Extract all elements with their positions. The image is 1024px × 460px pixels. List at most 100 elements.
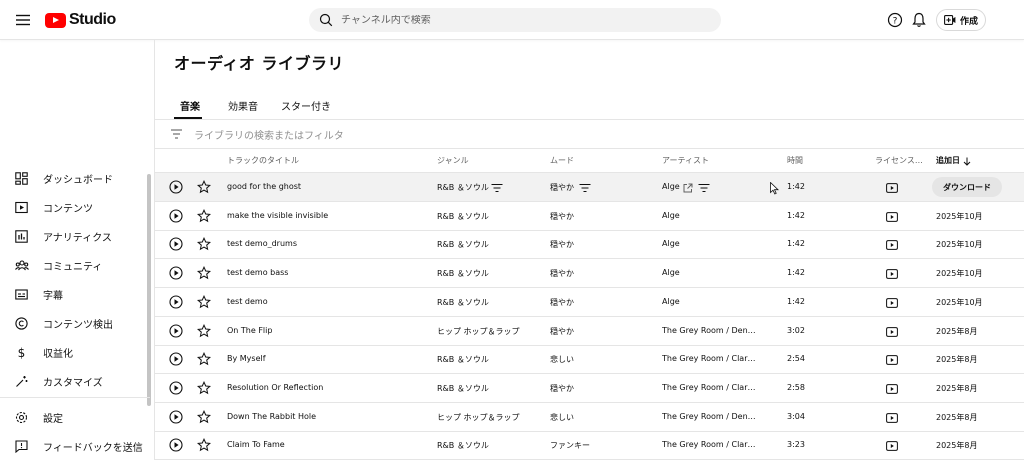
license-video-icon[interactable] <box>886 268 898 282</box>
play-icon[interactable] <box>169 180 183 197</box>
table-row[interactable]: Resolution Or Reflection R&B ＆ソウル 穏やか The G… <box>155 374 1024 403</box>
track-artist: Alge <box>662 239 680 249</box>
license-video-icon[interactable] <box>886 239 898 253</box>
sidebar-item-content[interactable]: コンテンツ <box>0 194 150 220</box>
filter-by-artist-icon[interactable] <box>698 182 710 196</box>
filter-by-genre-icon[interactable] <box>491 182 503 196</box>
table-row[interactable]: test demo R&B ＆ソウル 穏やか Alge 1:42 2025年10月 <box>155 288 1024 317</box>
sidebar-item-analytics[interactable]: アナリティクス <box>0 223 150 249</box>
svg-text:?: ? <box>893 16 898 26</box>
youtube-logo-icon <box>45 12 66 28</box>
track-genre: ヒップ ホップ＆ラップ <box>437 326 520 336</box>
table-row[interactable]: test demo_drums R&B ＆ソウル 穏やか Alge 1:42 2025年1… <box>155 230 1024 260</box>
license-video-icon[interactable] <box>886 354 898 368</box>
license-video-icon[interactable] <box>886 383 898 397</box>
mouse-cursor-icon <box>770 182 779 195</box>
license-video-icon[interactable] <box>886 326 898 340</box>
star-icon[interactable] <box>196 323 212 341</box>
filter-by-mood-icon[interactable] <box>579 182 591 196</box>
license-video-icon[interactable] <box>886 412 898 426</box>
track-title: On The Flip <box>227 325 273 335</box>
search-input[interactable] <box>341 14 681 26</box>
track-title: Resolution Or Reflection <box>227 382 324 392</box>
table-row[interactable]: By Myself R&B ＆ソウル 悲しい The Grey Room / Clar… <box>155 345 1024 375</box>
star-icon[interactable] <box>196 266 212 283</box>
track-genre: R&B ＆ソウル <box>437 269 489 279</box>
star-icon[interactable] <box>196 409 212 427</box>
external-link-icon[interactable] <box>683 182 693 196</box>
star-icon[interactable] <box>196 208 212 226</box>
track-artist: Alge <box>662 210 680 220</box>
table-row[interactable]: Claim To Fame R&B ＆ソウル ファンキー The Grey Room … <box>155 431 1024 460</box>
create-video-icon <box>944 15 956 25</box>
track-added-date: 2025年8月 <box>936 355 978 365</box>
play-icon[interactable] <box>169 438 183 455</box>
sidebar-item-label: 字幕 <box>43 290 63 302</box>
sidebar-item-content-detection[interactable]: コンテンツ検出 <box>0 310 150 336</box>
play-icon[interactable] <box>169 352 183 369</box>
star-icon[interactable] <box>196 438 212 455</box>
column-header-added[interactable]: 追加日 <box>936 155 960 166</box>
column-header-genre[interactable]: ジャンル <box>437 155 469 166</box>
column-header-artist[interactable]: アーティスト <box>662 155 709 166</box>
play-icon[interactable] <box>169 323 183 341</box>
play-icon[interactable] <box>169 295 183 312</box>
star-icon[interactable] <box>196 294 212 312</box>
sidebar-item-settings[interactable]: 設定 <box>0 404 150 430</box>
table-row[interactable]: good for the ghost R&B ＆ソウル 穏やか Alge 1:42 ダウン… <box>155 173 1024 202</box>
sidebar-item-feedback[interactable]: フィードバックを送信 <box>0 433 150 459</box>
track-mood: 穏やか <box>550 297 574 307</box>
track-duration: 3:02 <box>787 325 805 335</box>
table-row[interactable]: On The Flip ヒップ ホップ＆ラップ 穏やか The Grey Room /… <box>155 317 1024 346</box>
filter-bar[interactable]: ライブラリの検索またはフィルタ <box>155 120 1024 149</box>
track-title: Claim To Fame <box>227 440 285 450</box>
play-icon[interactable] <box>169 381 183 398</box>
dashboard-icon <box>15 171 28 185</box>
column-header-mood[interactable]: ムード <box>550 155 574 166</box>
license-video-icon[interactable] <box>886 182 898 196</box>
svg-text:$: $ <box>18 346 26 359</box>
column-header-license[interactable]: ライセンス… <box>875 155 923 166</box>
sidebar-item-community[interactable]: コミュニティ <box>0 252 150 278</box>
tab-music[interactable]: 音楽 <box>180 98 200 113</box>
track-artist: Alge <box>662 296 680 306</box>
track-duration: 2:54 <box>787 354 805 364</box>
tab-starred[interactable]: スター付き <box>281 98 331 113</box>
license-video-icon[interactable] <box>886 211 898 225</box>
star-icon[interactable] <box>196 179 212 197</box>
tab-sound-effects[interactable]: 効果音 <box>228 98 258 113</box>
search-bar[interactable] <box>309 8 721 32</box>
column-header-title[interactable]: トラックのタイトル <box>227 155 299 166</box>
play-icon[interactable] <box>169 266 183 283</box>
star-icon[interactable] <box>196 352 212 369</box>
column-header-duration[interactable]: 時間 <box>787 155 803 166</box>
sort-down-arrow-icon[interactable] <box>963 157 971 166</box>
download-button[interactable]: ダウンロード <box>932 177 1002 197</box>
license-video-icon[interactable] <box>886 297 898 311</box>
search-icon <box>319 13 333 27</box>
table-row[interactable]: make the visible invisible R&B ＆ソウル 穏やか Alg… <box>155 202 1024 231</box>
notifications-bell-icon[interactable] <box>910 11 928 29</box>
track-title: test demo bass <box>227 268 289 278</box>
studio-logo[interactable]: Studio <box>45 9 116 31</box>
logo-text: Studio <box>69 11 116 28</box>
star-icon[interactable] <box>196 380 212 398</box>
play-icon[interactable] <box>169 237 183 254</box>
play-icon[interactable] <box>169 410 183 427</box>
sidebar-item-monetization[interactable]: $ 収益化 <box>0 339 150 365</box>
track-mood: 穏やか <box>550 269 574 279</box>
sidebar-item-subtitles[interactable]: 字幕 <box>0 281 150 307</box>
license-video-icon[interactable] <box>886 440 898 454</box>
star-icon[interactable] <box>196 237 212 254</box>
track-artist: Alge <box>662 182 680 191</box>
play-icon[interactable] <box>169 209 183 226</box>
help-icon[interactable]: ? <box>886 11 904 29</box>
menu-icon[interactable] <box>14 11 32 29</box>
track-duration: 1:42 <box>787 268 805 278</box>
table-row[interactable]: Down The Rabbit Hole ヒップ ホップ＆ラップ 悲しい The Gr… <box>155 403 1024 432</box>
table-row[interactable]: test demo bass R&B ＆ソウル 穏やか Alge 1:42 2025年10… <box>155 259 1024 289</box>
sidebar-item-dashboard[interactable]: ダッシュボード <box>0 165 150 191</box>
sidebar-item-customize[interactable]: カスタマイズ <box>0 368 150 394</box>
create-button[interactable]: 作成 <box>936 9 986 31</box>
sidebar-scrollbar[interactable] <box>147 174 151 406</box>
